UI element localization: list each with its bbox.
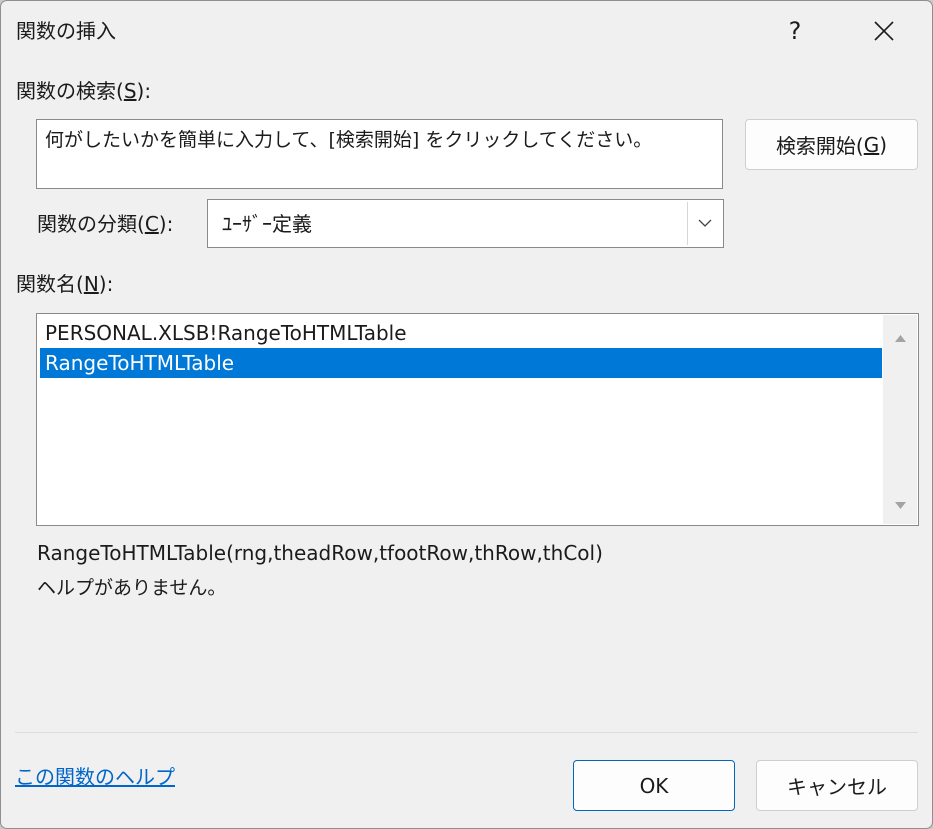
list-scrollbar[interactable] (883, 315, 917, 524)
function-search-input[interactable]: 何がしたいかを簡単に入力して、[検索開始] をクリックしてください。 (36, 119, 723, 189)
dialog-title: 関数の挿入 (16, 19, 116, 43)
title-bar: 関数の挿入 ? (1, 1, 932, 63)
list-item-personal-rangetohtmltable[interactable]: PERSONAL.XLSB!RangeToHTMLTable (40, 318, 882, 348)
help-button[interactable]: ? (767, 9, 823, 53)
category-selected-value: ﾕｰｻﾞｰ定義 (222, 212, 312, 236)
search-label: 関数の検索(S): (16, 79, 152, 103)
close-button[interactable] (856, 9, 912, 53)
scroll-down-arrow-icon (894, 501, 906, 509)
insert-function-dialog: 関数の挿入 ? 関数の検索(S): 何がしたいかを簡単に入力して、[検索開始] … (0, 0, 933, 829)
question-mark-icon: ? (788, 17, 802, 45)
function-help-link[interactable]: この関数のヘルプ (15, 763, 175, 791)
scroll-up-arrow-icon (894, 334, 906, 342)
function-list[interactable]: PERSONAL.XLSB!RangeToHTMLTable RangeToHT… (36, 313, 919, 526)
category-label: 関数の分類(C): (37, 212, 174, 236)
search-start-button[interactable]: 検索開始(G) (745, 119, 918, 170)
function-signature: RangeToHTMLTable(rng,theadRow,tfootRow,t… (37, 541, 603, 565)
list-item-rangetohtmltable[interactable]: RangeToHTMLTable (40, 348, 882, 378)
search-input-text: 何がしたいかを簡単に入力して、[検索開始] をクリックしてください。 (45, 129, 653, 151)
close-icon (874, 21, 894, 41)
function-name-label: 関数名(N): (16, 272, 114, 296)
ok-button[interactable]: OK (573, 760, 735, 811)
cancel-button[interactable]: キャンセル (756, 760, 918, 811)
scroll-down-button[interactable] (883, 490, 917, 520)
scroll-up-button[interactable] (883, 323, 917, 353)
function-description: ヘルプがありません。 (37, 577, 227, 599)
chevron-down-icon (698, 219, 711, 227)
category-dropdown[interactable]: ﾕｰｻﾞｰ定義 (207, 199, 724, 248)
dropdown-toggle[interactable] (687, 202, 721, 245)
footer-divider (15, 732, 918, 733)
